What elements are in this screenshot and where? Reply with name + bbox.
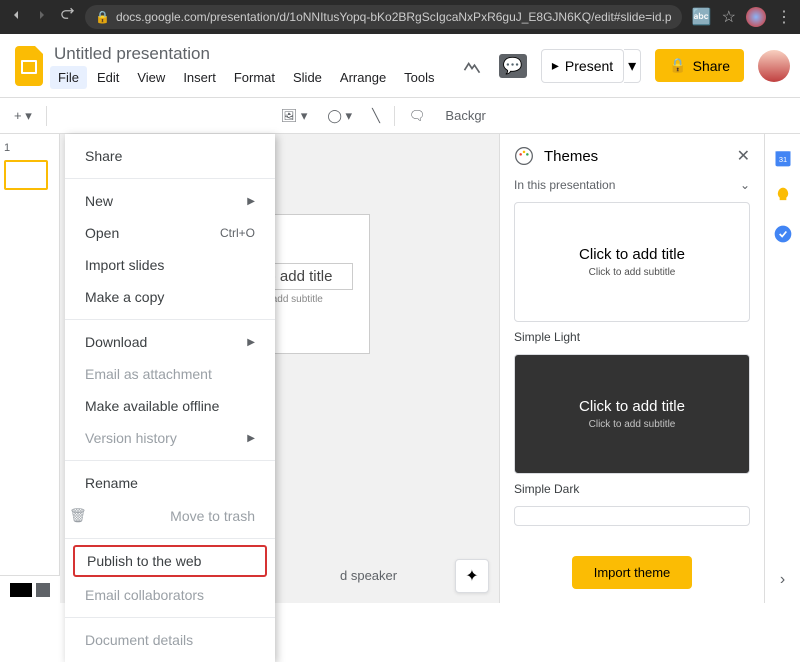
- theme-simple-light[interactable]: Click to add title Click to add subtitle: [514, 202, 750, 322]
- menu-icon[interactable]: ⋮: [776, 7, 792, 27]
- activity-icon[interactable]: [459, 53, 485, 79]
- star-icon[interactable]: ☆: [722, 7, 736, 27]
- thumbnail-panel: 1: [0, 134, 60, 603]
- menu-open[interactable]: OpenCtrl+O: [65, 217, 275, 249]
- profile-icon[interactable]: [746, 7, 766, 27]
- comment-tool-icon[interactable]: 🗨: [403, 104, 432, 128]
- menu-document-details[interactable]: Document details: [65, 624, 275, 656]
- doc-title[interactable]: Untitled presentation: [50, 42, 459, 66]
- menu-share[interactable]: Share: [65, 140, 275, 172]
- workspace: 1 Share New▶ OpenCtrl+O Import slides Ma…: [0, 134, 800, 603]
- menu-arrange[interactable]: Arrange: [332, 66, 394, 89]
- share-button[interactable]: 🔒 Share: [655, 49, 744, 82]
- side-rail: 31 ›: [764, 134, 800, 603]
- menu-make-offline[interactable]: Make available offline: [65, 390, 275, 422]
- grid-icon[interactable]: [36, 583, 50, 597]
- forward-icon: [34, 7, 50, 28]
- background-button[interactable]: Backgr: [439, 104, 491, 127]
- new-slide-button[interactable]: + ▾: [8, 104, 38, 128]
- line-tool-icon[interactable]: ╲: [366, 104, 386, 128]
- theme-next[interactable]: [514, 506, 750, 526]
- menu-publish-web[interactable]: Publish to the web: [73, 545, 267, 577]
- present-dropdown[interactable]: ▾: [624, 49, 641, 83]
- filmstrip-icon[interactable]: [10, 583, 32, 597]
- explore-icon: ✦: [465, 566, 478, 586]
- play-icon: ▸: [552, 57, 559, 74]
- import-theme-button[interactable]: Import theme: [572, 556, 693, 589]
- chevron-right-icon[interactable]: ›: [780, 571, 785, 589]
- explore-button[interactable]: ✦: [455, 559, 489, 593]
- menu-move-trash[interactable]: 🗑Move to trash: [65, 499, 275, 532]
- menu-version-history[interactable]: Version history▶: [65, 422, 275, 454]
- shape-tool-icon[interactable]: ◯ ▾: [321, 104, 358, 128]
- tasks-icon[interactable]: [773, 224, 793, 244]
- trash-icon: 🗑: [69, 507, 87, 524]
- chevron-right-icon: ▶: [247, 196, 255, 207]
- reload-icon[interactable]: [60, 7, 75, 27]
- calendar-icon[interactable]: 31: [773, 148, 793, 168]
- menu-file[interactable]: File: [50, 66, 87, 89]
- menu-view[interactable]: View: [129, 66, 173, 89]
- menu-email-attachment: Email as attachment: [65, 358, 275, 390]
- menu-rename[interactable]: Rename: [65, 467, 275, 499]
- comments-icon[interactable]: 💬: [499, 54, 527, 78]
- menu-new[interactable]: New▶: [65, 185, 275, 217]
- theme-name-light: Simple Light: [514, 330, 750, 344]
- close-icon[interactable]: ✕: [737, 146, 750, 166]
- back-icon[interactable]: [8, 7, 24, 28]
- present-label: Present: [565, 58, 613, 74]
- app-header: Untitled presentation File Edit View Ins…: [0, 34, 800, 98]
- svg-text:31: 31: [778, 155, 786, 164]
- menu-email-collaborators: Email collaborators: [65, 579, 275, 611]
- chevron-right-icon: ▶: [247, 433, 255, 444]
- menu-download[interactable]: Download▶: [65, 326, 275, 358]
- menu-make-copy[interactable]: Make a copy: [65, 281, 275, 313]
- share-label: Share: [693, 58, 730, 74]
- avatar[interactable]: [758, 50, 790, 82]
- menu-edit[interactable]: Edit: [89, 66, 127, 89]
- speaker-notes[interactable]: d speaker: [340, 568, 397, 583]
- palette-icon: [514, 146, 534, 166]
- translate-icon[interactable]: 🔤: [692, 7, 712, 27]
- themes-panel: Themes ✕ In this presentation ⌄ Click to…: [499, 134, 764, 603]
- themes-heading: Themes: [544, 148, 727, 165]
- slides-logo-icon[interactable]: [10, 46, 50, 86]
- menu-format[interactable]: Format: [226, 66, 283, 89]
- chevron-down-icon: ⌄: [740, 178, 750, 192]
- present-button[interactable]: ▸ Present: [541, 49, 624, 83]
- file-menu: Share New▶ OpenCtrl+O Import slides Make…: [65, 134, 275, 662]
- browser-bar: 🔒 docs.google.com/presentation/d/1oNNItu…: [0, 0, 800, 34]
- menu-import-slides[interactable]: Import slides: [65, 249, 275, 281]
- image-tool-icon[interactable]: 🖼 ▾: [275, 104, 314, 128]
- theme-simple-dark[interactable]: Click to add title Click to add subtitle: [514, 354, 750, 474]
- lock-share-icon: 🔒: [669, 57, 686, 74]
- menu-tools[interactable]: Tools: [396, 66, 442, 89]
- lock-icon: 🔒: [95, 10, 110, 24]
- thumb-number: 1: [4, 142, 10, 154]
- menu-slide[interactable]: Slide: [285, 66, 330, 89]
- menu-insert[interactable]: Insert: [175, 66, 224, 89]
- keep-icon[interactable]: [773, 186, 793, 206]
- slide-thumbnail[interactable]: [4, 160, 48, 190]
- url-bar[interactable]: 🔒 docs.google.com/presentation/d/1oNNItu…: [85, 5, 682, 29]
- toolbar: + ▾ 🖼 ▾ ◯ ▾ ╲ 🗨 Backgr: [0, 98, 800, 134]
- themes-scope[interactable]: In this presentation ⌄: [500, 178, 764, 202]
- chevron-right-icon: ▶: [247, 337, 255, 348]
- menubar: File Edit View Insert Format Slide Arran…: [50, 66, 459, 89]
- theme-name-dark: Simple Dark: [514, 482, 750, 496]
- url-text: docs.google.com/presentation/d/1oNNItusY…: [116, 10, 672, 24]
- view-switcher[interactable]: [0, 575, 60, 603]
